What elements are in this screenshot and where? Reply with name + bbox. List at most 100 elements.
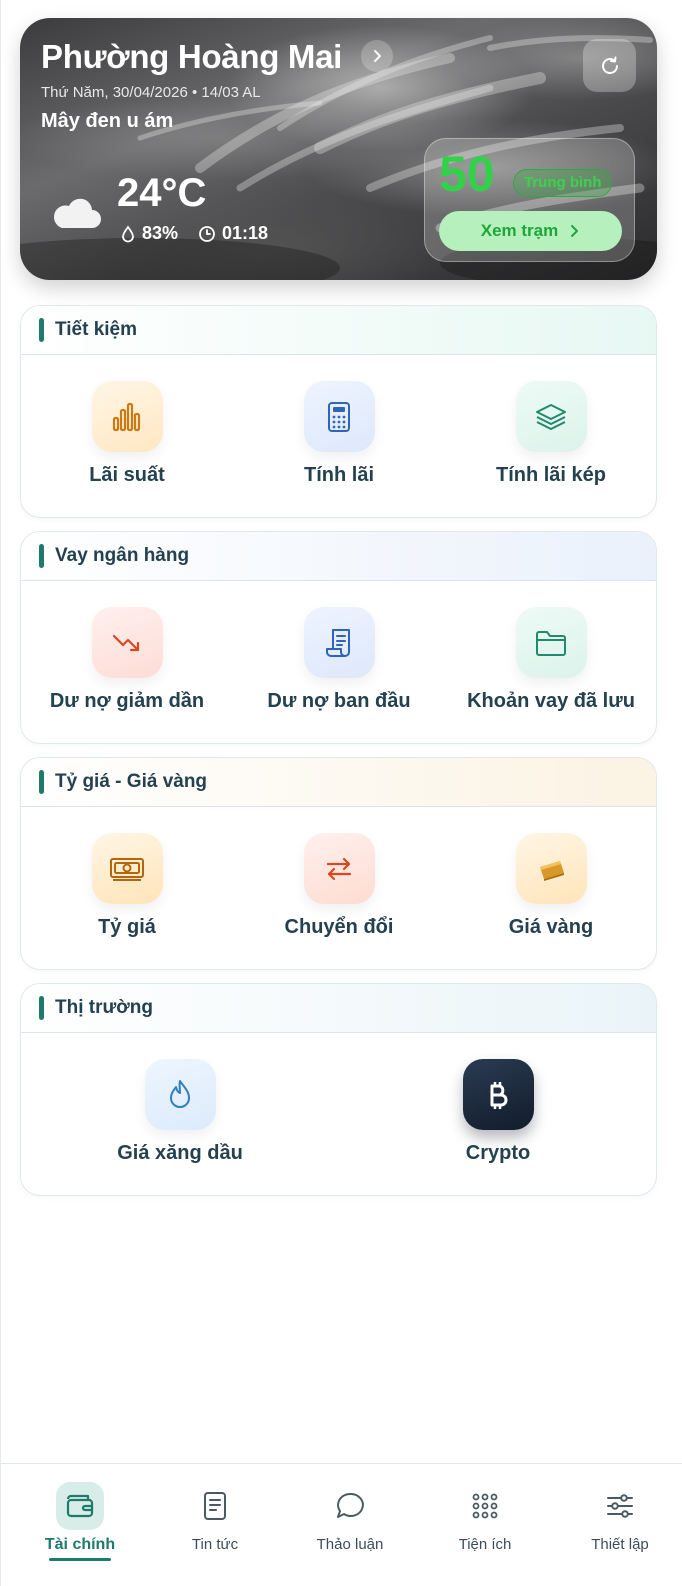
tile xyxy=(462,1059,534,1130)
item-label: Lãi suất xyxy=(89,464,165,486)
section-accent-bar xyxy=(39,770,44,794)
section-title: Vay ngân hàng xyxy=(55,545,190,566)
calculator-icon xyxy=(328,401,350,432)
bitcoin-icon xyxy=(490,1081,508,1109)
item-saved-loans[interactable]: Khoản vay đã lưu xyxy=(445,607,656,713)
refresh-button[interactable] xyxy=(583,39,636,92)
section-title: Tiết kiệm xyxy=(55,319,138,340)
exchange-icon xyxy=(326,857,352,880)
nav-icon-wrap xyxy=(326,1482,374,1530)
tile xyxy=(144,1059,216,1130)
item-crypto[interactable]: Crypto xyxy=(392,1059,604,1165)
wallet-icon xyxy=(66,1494,94,1518)
item-compound-interest[interactable]: Tính lãi kép xyxy=(445,381,656,487)
droplet-icon xyxy=(122,224,134,242)
nav-label: Tin tức xyxy=(191,1536,239,1553)
view-station-label: Xem trạm xyxy=(480,221,559,240)
cloud-icon xyxy=(53,198,101,228)
weather-description: Mây đen u ám xyxy=(41,110,174,132)
nav-icon-wrap xyxy=(56,1482,104,1530)
nav-utilities[interactable]: Tiện ích xyxy=(417,1482,553,1553)
item-label: Khoản vay đã lưu xyxy=(467,690,635,712)
aqi-card[interactable]: 50 Trung bình Xem trạm xyxy=(424,138,635,262)
item-label: Giá xăng dầu xyxy=(117,1142,243,1164)
aqi-value: 50 xyxy=(439,146,495,202)
item-label: Giá vàng xyxy=(508,916,594,938)
banknote-icon xyxy=(110,857,144,881)
nav-settings[interactable]: Thiết lập xyxy=(552,1482,682,1553)
item-gold-price[interactable]: Giá vàng xyxy=(445,833,656,939)
tile xyxy=(303,381,375,452)
item-label: Dư nợ ban đầu xyxy=(267,690,411,712)
bottom-nav: Tài chính Tin tức Thảo luận Tiện ích Thi… xyxy=(1,1463,682,1586)
section-savings: Tiết kiệm Lãi suất Tính lãi Tính lãi kép xyxy=(20,305,657,518)
weather-card[interactable]: Phường Hoàng Mai Thứ Năm, 30/04/2026 • 1… xyxy=(20,18,657,280)
item-calc-interest[interactable]: Tính lãi xyxy=(233,381,445,487)
refresh-icon xyxy=(601,56,618,74)
item-label: Tính lãi xyxy=(304,464,374,486)
item-label: Chuyển đổi xyxy=(284,916,394,938)
item-declining-balance[interactable]: Dư nợ giảm dần xyxy=(21,607,233,713)
section-title: Tỷ giá - Giá vàng xyxy=(55,771,208,792)
item-label: Crypto xyxy=(465,1142,531,1164)
section-header: Tiết kiệm xyxy=(21,306,656,355)
aqi-level-badge: Trung bình xyxy=(513,169,613,197)
item-fuel-price[interactable]: Giá xăng dầu xyxy=(74,1059,286,1165)
nav-icon-wrap xyxy=(461,1482,509,1530)
location-title[interactable]: Phường Hoàng Mai xyxy=(41,38,342,76)
chevron-right-icon xyxy=(374,50,381,62)
chat-icon xyxy=(337,1492,364,1518)
tile xyxy=(91,833,163,904)
tile xyxy=(303,833,375,904)
section-accent-bar xyxy=(39,544,44,568)
active-indicator xyxy=(49,1558,111,1561)
clock-icon xyxy=(199,225,215,242)
temperature: 24°C xyxy=(117,171,207,215)
news-icon xyxy=(204,1492,226,1520)
item-initial-balance[interactable]: Dư nợ ban đầu xyxy=(233,607,445,713)
view-station-button[interactable]: Xem trạm xyxy=(439,211,622,251)
tile xyxy=(91,607,163,678)
flame-icon xyxy=(170,1079,190,1108)
trend-down-icon xyxy=(112,634,140,651)
section-header: Vay ngân hàng xyxy=(21,532,656,581)
section-title: Thị trường xyxy=(55,997,153,1018)
nav-discussion[interactable]: Thảo luận xyxy=(282,1482,418,1553)
section-header: Tỷ giá - Giá vàng xyxy=(21,758,656,807)
layers-icon xyxy=(536,403,566,430)
app-root: Phường Hoàng Mai Thứ Năm, 30/04/2026 • 1… xyxy=(0,0,682,1586)
item-convert[interactable]: Chuyển đổi xyxy=(233,833,445,939)
item-label: Tính lãi kép xyxy=(495,464,607,486)
nav-label: Tiện ích xyxy=(458,1536,512,1553)
tile xyxy=(515,833,587,904)
section-exchange-gold: Tỷ giá - Giá vàng Tỷ giá Chuyển đổi Giá … xyxy=(20,757,657,970)
nav-news[interactable]: Tin tức xyxy=(147,1482,283,1553)
item-label: Dư nợ giảm dần xyxy=(49,690,205,712)
item-interest-rate[interactable]: Lãi suất xyxy=(21,381,233,487)
grid-icon xyxy=(472,1493,498,1519)
nav-finance[interactable]: Tài chính xyxy=(12,1482,148,1561)
nav-icon-wrap xyxy=(596,1482,644,1530)
tile xyxy=(515,381,587,452)
tile xyxy=(303,607,375,678)
nav-label: Tài chính xyxy=(44,1536,116,1553)
nav-label: Thảo luận xyxy=(316,1536,384,1553)
section-market: Thị trường Giá xăng dầu Crypto xyxy=(20,983,657,1196)
section-accent-bar xyxy=(39,996,44,1020)
receipt-icon xyxy=(326,628,350,657)
nav-icon-wrap xyxy=(191,1482,239,1530)
humidity-value: 83% xyxy=(142,223,179,243)
folder-icon xyxy=(536,630,566,656)
item-label: Tỷ giá xyxy=(98,916,156,938)
item-exchange-rate[interactable]: Tỷ giá xyxy=(21,833,233,939)
tile xyxy=(91,381,163,452)
weather-time: 01:18 xyxy=(222,223,269,243)
gold-bar-icon xyxy=(540,860,564,881)
tile xyxy=(515,607,587,678)
chevron-right-icon xyxy=(571,225,579,237)
section-header: Thị trường xyxy=(21,984,656,1033)
location-chevron-button[interactable] xyxy=(361,40,393,72)
bar-chart-icon xyxy=(112,402,141,431)
section-accent-bar xyxy=(39,318,44,342)
nav-label: Thiết lập xyxy=(591,1536,649,1553)
